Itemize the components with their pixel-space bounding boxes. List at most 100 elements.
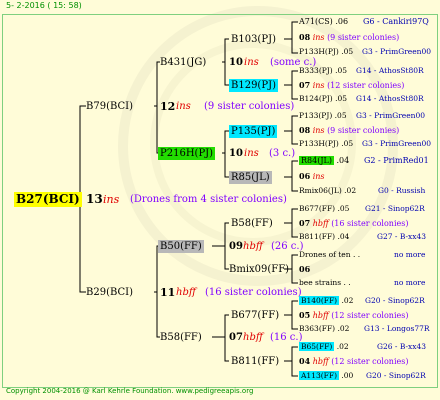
gen4-row-14-extra: G27 - B-xx43 [377,232,427,241]
gen4-row-10-ins: ins [312,172,325,181]
gen4-row-20-extra: G13 - Longos77R [364,324,430,333]
gen1-mother-num: 11 [160,286,176,299]
gen4-row-20-num: .02 [337,324,350,333]
gen4-row-6-num: .05 [334,111,347,120]
gen3-queen-7-num: 07 [229,332,243,343]
gen4-row-2-num: .05 [341,47,354,56]
gen4-row-3-extra: G14 - AthosSt80R [356,66,424,75]
gen4-row-12-name[interactable]: B677(FF) [299,204,335,213]
gen4-row-11-name[interactable]: Rmix06(JL) [299,186,342,195]
gen3-queen-1[interactable]: B103(PJ) [231,33,276,46]
gen4-row-19-ins: hbff [312,311,329,320]
gen4-row-0-num: .06 [335,17,349,26]
gen4-row-3-name[interactable]: B333(PJ) [299,66,333,75]
gen4-row-9-name[interactable]: R84(JL) [299,156,334,165]
gen4-row-21-name[interactable]: B65(FF) [299,342,335,351]
gen2-f-mother[interactable]: P216H(PJ) [158,147,216,160]
gen4-row-4-num: 07 [299,80,311,90]
gen4-row-13-num: 07 [299,218,311,228]
gen1-mother-note: (16 sister colonies) [205,287,302,298]
gen3-queen-2[interactable]: B129(PJ) [229,79,278,92]
gen4-row-13-note: (16 sister colonies) [331,219,409,228]
gen4-row-22-ins: hbff [312,357,329,366]
root-queen[interactable]: B27(BCI) [14,192,82,207]
gen4-row-7-note: (9 sister colonies) [327,126,400,135]
gen4-row-8-extra: G3 - PrimGreen00 [362,139,432,148]
gen4-row-6-name[interactable]: P133(PJ) [299,111,332,120]
gen2-m-mother[interactable]: B58(FF) [160,331,202,344]
gen1-father-note: (9 sister colonies) [204,101,295,112]
gen4-row-12-extra: G21 - Sinop62R [365,204,425,213]
copyright-footer: Copyright 2004-2016 @ Karl Kehrle Founda… [6,387,254,395]
gen4-row-8-name[interactable]: P133H(PJ) [299,139,339,148]
gen4-row-18-name[interactable]: B140(FF) [299,296,340,305]
gen4-row-22-note: (12 sister colonies) [331,357,409,366]
gen4-row-15-name[interactable]: Drones of ten . . [299,250,360,260]
gen4-row-5-extra: G14 - AthosSt80R [356,94,424,103]
gen4-row-4-note: (12 sister colonies) [327,81,405,90]
gen4-row-17-name[interactable]: bee strains . . [299,278,351,288]
gen2-f-mother-ins: ins [244,148,259,159]
gen4-row-5-num: .05 [335,94,348,103]
gen4-row-1-note: (9 sister colonies) [327,33,400,42]
gen2-m-father-ins: hbff [243,241,263,252]
gen3-queen-7-ins: hbff [243,332,263,343]
gen4-row-0-extra: G6 - Cankiri97Q [363,17,429,26]
gen4-row-23-extra: G20 - Sinop62R [366,371,426,380]
root-ins: ins [103,193,120,206]
gen4-row-5-name[interactable]: B124(PJ) [299,94,333,103]
gen4-row-9-extra: G2 - PrimRed01 [364,156,429,165]
gen4-row-20-name[interactable]: B363(FF) [299,324,335,333]
gen1-father-ins: ins [176,101,191,112]
gen2-m-father-num: 09 [229,241,243,252]
gen3-queen-7[interactable]: B677(FF) [231,309,279,322]
root-num: 13 [86,192,103,206]
gen1-father-num: 12 [160,100,176,113]
pedigree-chart: 5- 2-2016 ( 15: 58) B27(BCI) 13 ins (Dro… [0,0,440,400]
gen3-queen-5[interactable]: B58(FF) [231,217,273,230]
gen4-row-18-extra: G20 - Sinop62R [365,296,425,305]
gen2-f-mother-num: 10 [229,148,243,159]
gen4-row-18-num: .02 [341,296,354,305]
gen4-row-17-extra: no more [394,278,426,287]
gen3-queen-7-note: (16 c.) [270,332,303,343]
gen4-row-19-note: (12 sister colonies) [331,311,409,320]
gen3-queen-1-ins: ins [244,57,259,68]
gen4-row-19-num: 05 [299,310,311,320]
gen1-mother-ins: hbff [176,287,196,298]
gen3-queen-6[interactable]: Bmix09(FF) [229,263,289,276]
gen4-row-10-num: 06 [299,171,311,181]
gen4-row-3-num: .05 [335,66,348,75]
gen4-row-13-ins: hbff [312,219,329,228]
gen4-row-22-num: 04 [299,356,311,366]
gen4-row-16-num: 06 [299,264,311,274]
gen4-row-4-ins: ins [312,81,325,90]
gen4-row-14-name[interactable]: B811(FF) [299,232,335,241]
gen4-row-1-ins: ins [312,33,325,42]
gen4-row-11-extra: G0 - Russish [378,186,426,195]
gen3-queen-3[interactable]: P135(PJ) [229,125,278,138]
gen4-row-8-num: .05 [341,139,354,148]
gen4-row-21-num: .02 [336,342,349,351]
gen4-row-0-name[interactable]: A71(CS) [299,17,333,26]
gen4-row-2-name[interactable]: P133H(PJ) [299,47,339,56]
gen4-row-1-num: 08 [299,32,311,42]
gen4-row-21-extra: G26 - B-xx43 [377,342,427,351]
gen3-queen-4[interactable]: R85(JL) [229,171,272,184]
gen4-row-7-ins: ins [312,126,325,135]
gen2-f-father[interactable]: B431(JG) [160,56,206,69]
gen3-queen-8[interactable]: B811(FF) [231,355,279,368]
gen4-row-23-name[interactable]: A113(FF) [299,371,339,380]
root-note: (Drones from 4 sister colonies) [130,194,287,205]
gen4-row-7-num: 08 [299,125,311,135]
gen4-row-14-num: .04 [337,232,350,241]
gen4-row-12-num: .05 [337,204,350,213]
gen4-row-23-num: .00 [341,371,354,380]
gen4-row-11-num: .02 [344,186,357,195]
gen1-mother[interactable]: B29(BCI) [86,286,133,299]
gen1-father[interactable]: B79(BCI) [86,100,133,113]
gen2-m-father[interactable]: B50(FF) [158,240,204,253]
gen4-row-6-extra: G3 - PrimGreen00 [356,111,426,120]
gen4-row-2-extra: G3 - PrimGreen00 [362,47,432,56]
gen4-row-15-extra: no more [394,250,426,259]
